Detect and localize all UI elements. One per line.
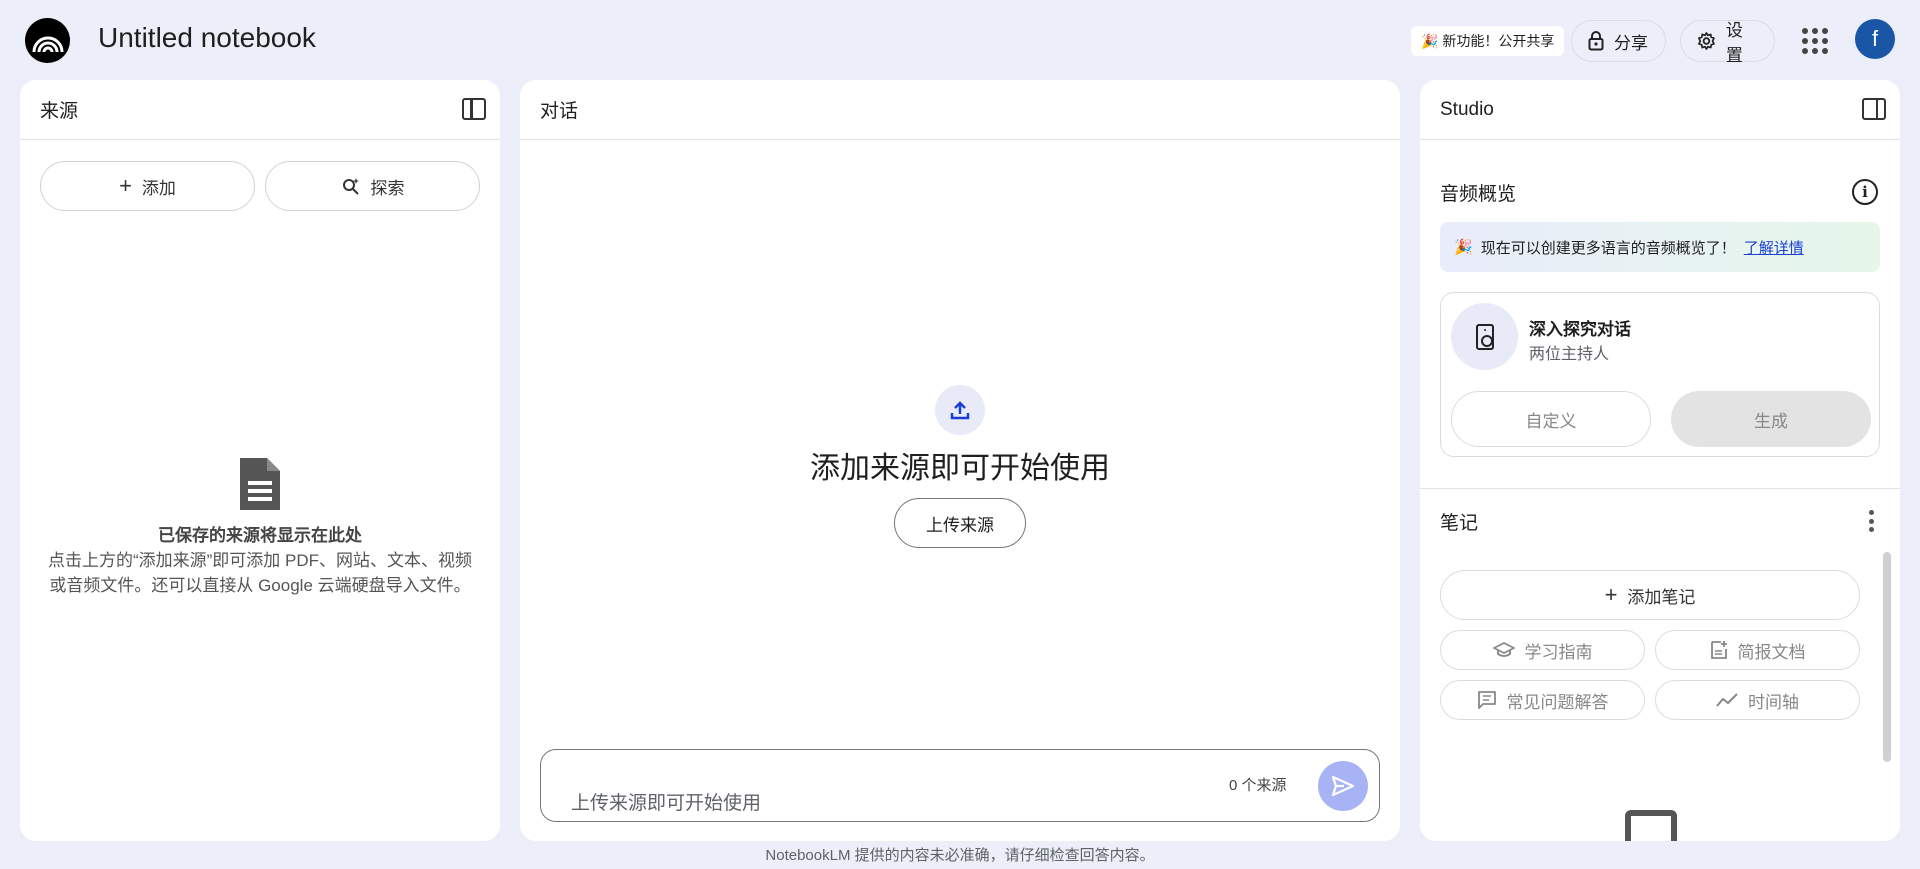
notes-title: 笔记 bbox=[1440, 513, 1479, 534]
timeline-label: 时间轴 bbox=[1748, 692, 1799, 712]
faq-label: 常见问题解答 bbox=[1506, 692, 1609, 712]
add-note-button[interactable]: + 添加笔记 bbox=[1440, 570, 1860, 620]
add-source-button[interactable]: + 添加 bbox=[40, 161, 255, 211]
trend-line-icon bbox=[1716, 693, 1738, 707]
upload-source-button[interactable]: 上传来源 bbox=[894, 498, 1026, 548]
send-icon bbox=[1331, 775, 1355, 797]
studio-panel: Studio 音频概览 i 🎉 现在可以创建更多语言的音频概览了！ 了解详情 深… bbox=[1420, 80, 1900, 841]
chat-title: 对话 bbox=[540, 101, 579, 122]
plus-icon: + bbox=[1604, 582, 1618, 607]
explore-label: 探索 bbox=[370, 178, 405, 198]
new-feature-text: 🎉 新功能！公开共享 bbox=[1421, 33, 1555, 49]
search-sparkle-icon bbox=[342, 178, 359, 195]
deep-dive-title: 深入探究对话 bbox=[1529, 320, 1631, 339]
studio-header: Studio bbox=[1420, 80, 1900, 140]
section-divider bbox=[1420, 488, 1900, 489]
share-label: 分享 bbox=[1614, 33, 1648, 53]
empty-sources-state: 已保存的来源将显示在此处 点击上方的“添加来源”即可添加 PDF、网站、文本、视… bbox=[40, 455, 480, 598]
settings-label: 设置 bbox=[1725, 21, 1743, 65]
empty-sources-description: 点击上方的“添加来源”即可添加 PDF、网站、文本、视频或音频文件。还可以直接从… bbox=[47, 551, 473, 595]
top-bar: Untitled notebook 🎉 新功能！公开共享 分享 设置 f bbox=[0, 0, 1920, 80]
sources-panel: 来源 + 添加 探索 已保存的来源将显示在此处 点击上方的“添加来源”即可添加 … bbox=[20, 80, 500, 841]
document-icon bbox=[237, 455, 283, 513]
customize-button[interactable]: 自定义 bbox=[1451, 391, 1651, 447]
send-button[interactable] bbox=[1318, 761, 1368, 811]
speaker-icon bbox=[1451, 303, 1518, 370]
new-feature-badge[interactable]: 🎉 新功能！公开共享 bbox=[1411, 26, 1565, 56]
chat-header: 对话 bbox=[520, 80, 1400, 140]
explore-button[interactable]: 探索 bbox=[265, 161, 480, 211]
study-guide-label: 学习指南 bbox=[1524, 642, 1593, 662]
audio-language-notice: 🎉 现在可以创建更多语言的音频概览了！ 了解详情 bbox=[1440, 222, 1880, 272]
audio-overview-title: 音频概览 bbox=[1440, 184, 1517, 205]
lock-icon bbox=[1588, 31, 1604, 51]
learn-more-link[interactable]: 了解详情 bbox=[1744, 237, 1804, 258]
upload-icon bbox=[935, 385, 985, 435]
notebook-title[interactable]: Untitled notebook bbox=[98, 22, 316, 54]
avatar[interactable]: f bbox=[1855, 19, 1895, 59]
apps-grid-icon[interactable] bbox=[1800, 26, 1830, 56]
settings-button[interactable]: 设置 bbox=[1680, 20, 1775, 65]
generate-button[interactable]: 生成 bbox=[1671, 391, 1871, 447]
empty-sources-title: 已保存的来源将显示在此处 bbox=[158, 526, 362, 545]
plus-icon: + bbox=[119, 173, 132, 198]
studio-title: Studio bbox=[1440, 98, 1494, 120]
notice-text: 现在可以创建更多语言的音频概览了！ bbox=[1480, 239, 1736, 257]
party-icon: 🎉 bbox=[1454, 239, 1473, 256]
audio-overview-card: 深入探究对话 两位主持人 自定义 生成 bbox=[1440, 292, 1880, 457]
faq-chip[interactable]: 常见问题解答 bbox=[1440, 680, 1645, 720]
source-count: 0 个来源 bbox=[1229, 777, 1287, 794]
add-source-label: 添加 bbox=[141, 178, 176, 198]
share-button[interactable]: 分享 bbox=[1571, 20, 1666, 62]
sources-header: 来源 bbox=[20, 80, 500, 140]
chat-empty-headline: 添加来源即可开始使用 bbox=[810, 452, 1110, 485]
graduation-cap-icon bbox=[1492, 642, 1515, 657]
notes-empty-icon bbox=[1625, 810, 1677, 841]
briefing-doc-label: 简报文档 bbox=[1737, 642, 1806, 662]
chat-input[interactable]: 上传来源即可开始使用 0 个来源 bbox=[540, 749, 1380, 822]
document-plus-icon bbox=[1710, 641, 1727, 659]
collapse-panel-icon[interactable] bbox=[462, 98, 486, 120]
disclaimer-footer: NotebookLM 提供的内容未必准确，请仔细检查回答内容。 bbox=[765, 847, 1155, 864]
notes-scrollbar[interactable] bbox=[1883, 552, 1891, 762]
deep-dive-subtitle: 两位主持人 bbox=[1529, 346, 1610, 363]
briefing-doc-chip[interactable]: 简报文档 bbox=[1655, 630, 1860, 670]
study-guide-chip[interactable]: 学习指南 bbox=[1440, 630, 1645, 670]
info-icon[interactable]: i bbox=[1852, 179, 1878, 205]
chat-panel: 对话 添加来源即可开始使用 上传来源 上传来源即可开始使用 0 个来源 bbox=[520, 80, 1400, 841]
timeline-chip[interactable]: 时间轴 bbox=[1655, 680, 1860, 720]
notebooklm-logo-icon[interactable] bbox=[25, 18, 70, 63]
gear-icon bbox=[1698, 32, 1715, 50]
add-note-label: 添加笔记 bbox=[1627, 587, 1696, 607]
collapse-panel-icon[interactable] bbox=[1862, 98, 1886, 120]
chat-bubble-icon bbox=[1477, 691, 1496, 709]
sources-title: 来源 bbox=[40, 101, 79, 122]
chat-input-placeholder: 上传来源即可开始使用 bbox=[571, 793, 762, 814]
more-options-icon[interactable] bbox=[1869, 510, 1875, 532]
